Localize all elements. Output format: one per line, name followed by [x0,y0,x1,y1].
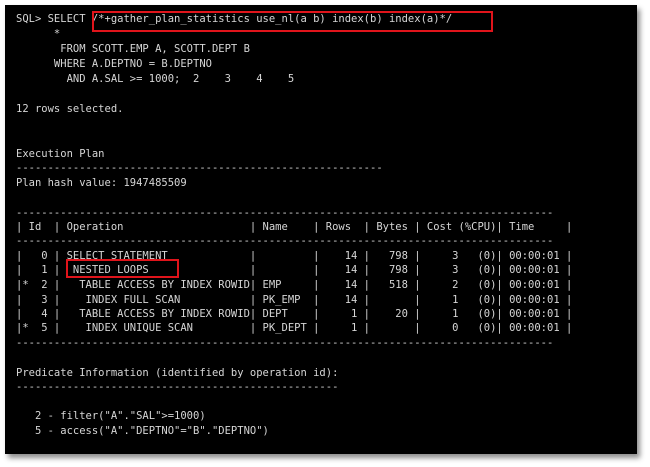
sql-prompt-line: SQL> SELECT /*+gather_plan_statistics us… [16,13,453,25]
separator-line: ----------------------------------------… [16,381,339,393]
sql-line-where: WHERE A.DEPTNO = B.DEPTNO [16,58,212,70]
table-border-bottom: ----------------------------------------… [16,337,554,349]
separator-line: ----------------------------------------… [16,162,383,174]
predicate-filter-line: 2 - filter("A"."SAL">=1000) [16,410,206,422]
terminal-window[interactable]: SQL> SELECT /*+gather_plan_statistics us… [5,5,637,454]
plan-row: |* 2 | TABLE ACCESS BY INDEX ROWID| EMP … [16,279,573,291]
sql-line-from: FROM SCOTT.EMP A, SCOTT.DEPT B [16,43,250,55]
plan-row: |* 5 | INDEX UNIQUE SCAN | PK_DEPT | 1 |… [16,322,573,334]
table-border-header: ----------------------------------------… [16,235,554,247]
plan-row: | 1 | NESTED LOOPS | | 14 | 798 | 3 (0)|… [16,264,573,276]
plan-hash-value: Plan hash value: 1947485509 [16,177,187,189]
rows-selected-text: 12 rows selected. [16,103,124,115]
predicate-access-line: 5 - access("A"."DEPTNO"="B"."DEPTNO") [16,425,269,437]
sql-line-and: AND A.SAL >= 1000; 2 3 4 5 [16,73,295,85]
sql-line-select-star: * [16,28,61,40]
